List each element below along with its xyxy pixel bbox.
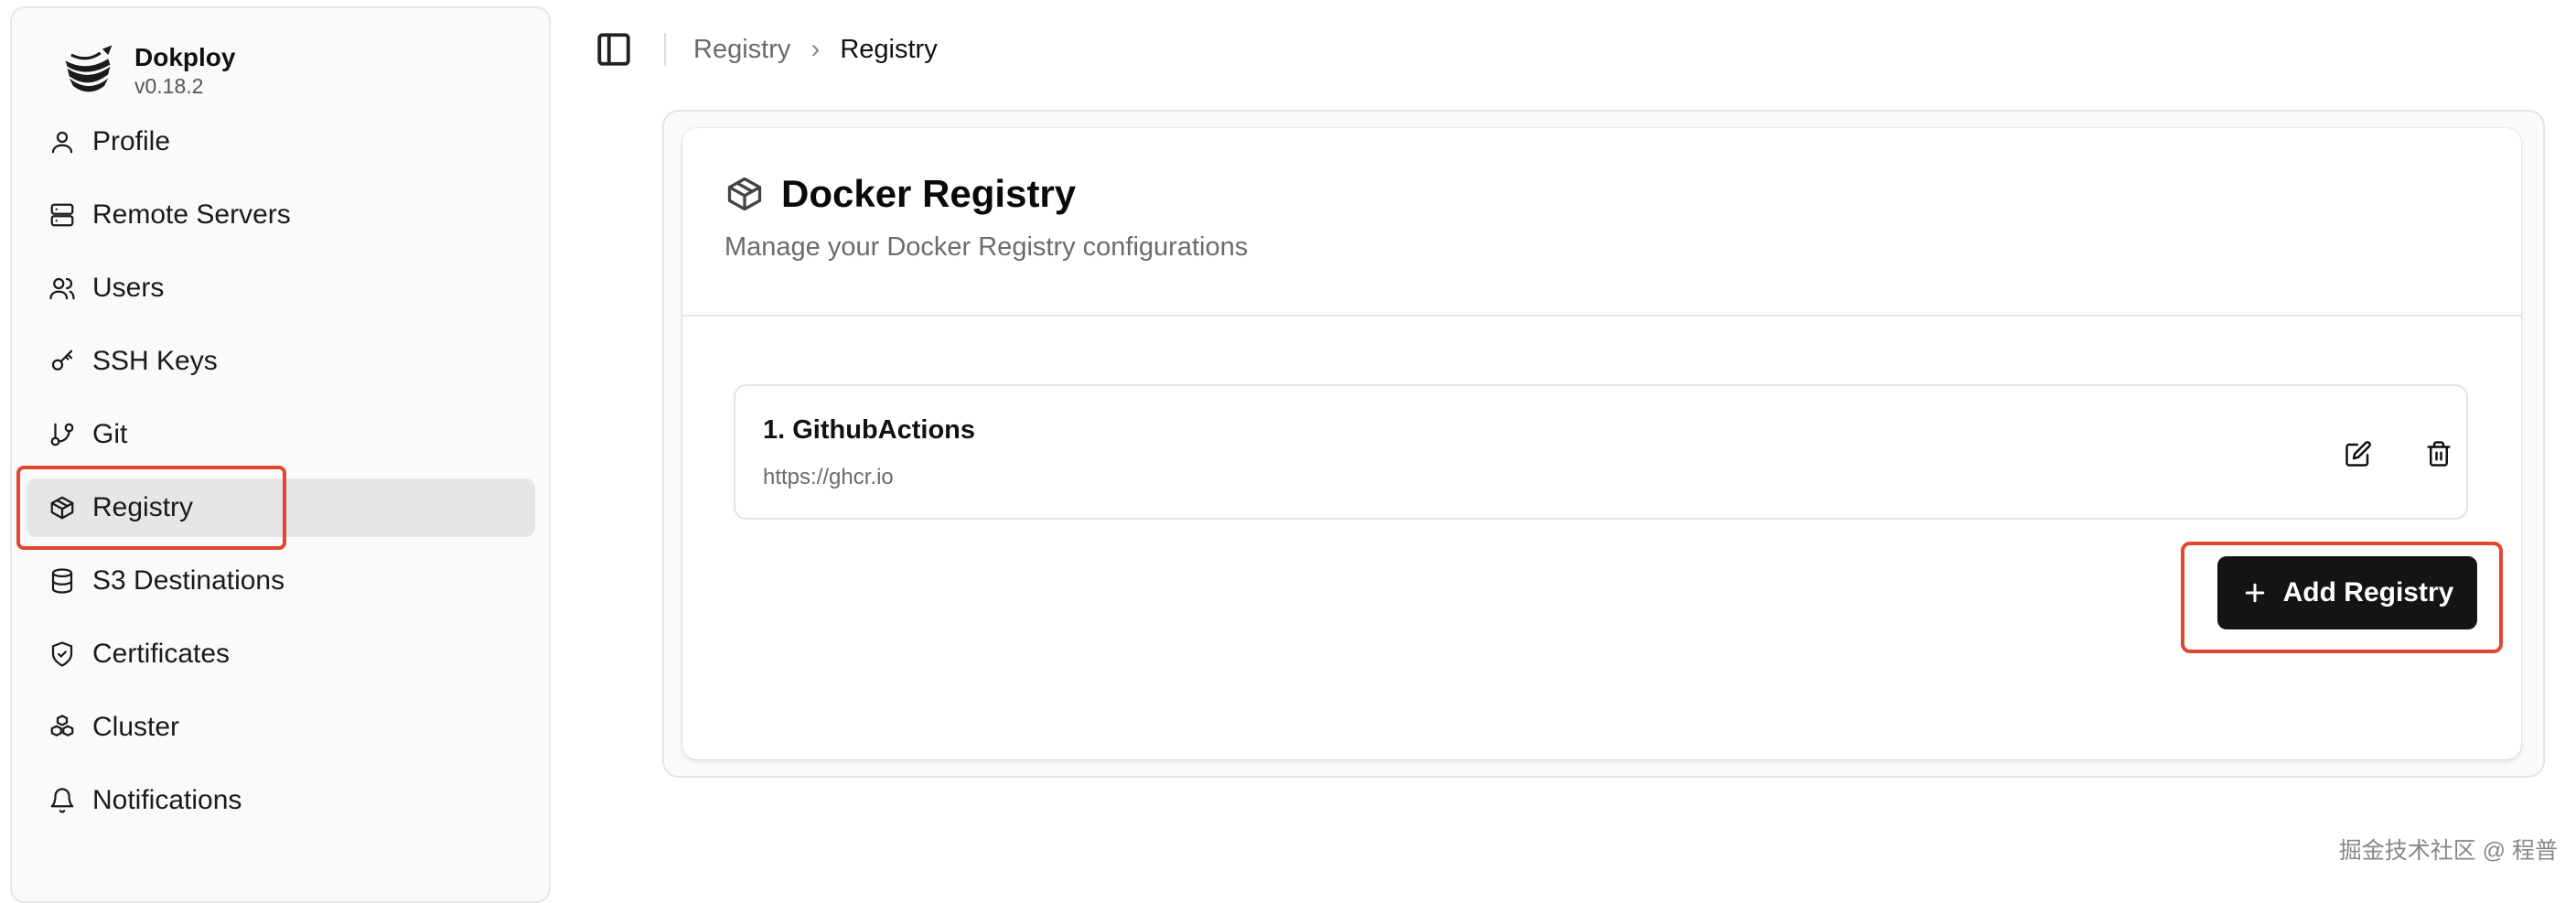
database-icon: [48, 567, 76, 595]
chevron-right-icon: ›: [810, 34, 821, 64]
dokploy-logo-icon: [65, 45, 113, 92]
sidebar-item-label: Cluster: [92, 712, 180, 742]
plus-icon: [2245, 583, 2264, 603]
user-icon: [48, 128, 76, 156]
sidebar-item-label: Certificates: [92, 639, 231, 669]
sidebar-item-label: SSH Keys: [92, 346, 218, 376]
sidebar-item-registry[interactable]: Registry: [27, 478, 535, 537]
sidebar-item-label: S3 Destinations: [92, 565, 285, 596]
users-icon: [48, 274, 76, 302]
brand[interactable]: Dokploy v0.18.2: [58, 39, 235, 102]
registry-name: 1. GithubActions: [763, 415, 975, 445]
topbar-divider: [664, 33, 666, 66]
git-branch-icon: [48, 421, 76, 448]
sidebar: Dokploy v0.18.2 Profile Remote Servers U…: [10, 6, 551, 903]
sidebar-toggle-button[interactable]: [593, 28, 635, 70]
registry-url: https://ghcr.io: [763, 465, 894, 489]
sidebar-item-label: Profile: [92, 126, 171, 156]
card-title: Docker Registry: [781, 172, 1077, 215]
docker-registry-card: Docker Registry Manage your Docker Regis…: [682, 128, 2521, 759]
sidebar-item-profile[interactable]: Profile: [27, 113, 535, 171]
watermark: 掘金技术社区 @ 程普: [2338, 838, 2558, 864]
boxes-icon: [48, 714, 76, 741]
topbar: Registry › Registry: [593, 26, 938, 73]
sidebar-item-git[interactable]: Git: [27, 405, 535, 464]
sidebar-item-label: Users: [92, 273, 165, 303]
edit-icon: [2345, 441, 2371, 467]
sidebar-item-label: Remote Servers: [92, 199, 291, 230]
sidebar-item-ssh-keys[interactable]: SSH Keys: [27, 332, 535, 391]
sidebar-item-label: Registry: [92, 492, 194, 522]
brand-name: Dokploy: [134, 43, 236, 71]
bell-icon: [48, 787, 76, 814]
sidebar-item-remote-servers[interactable]: Remote Servers: [27, 186, 535, 244]
add-registry-label: Add Registry: [2282, 577, 2454, 607]
card-header: Docker Registry Manage your Docker Regis…: [724, 172, 1248, 263]
sidebar-item-label: Notifications: [92, 785, 242, 815]
sidebar-item-label: Git: [92, 419, 128, 449]
key-icon: [48, 348, 76, 375]
package-icon: [727, 177, 762, 211]
breadcrumb-item-parent[interactable]: Registry: [693, 35, 790, 65]
shield-check-icon: [48, 640, 76, 668]
sidebar-item-certificates[interactable]: Certificates: [27, 625, 535, 683]
sidebar-item-users[interactable]: Users: [27, 259, 535, 317]
edit-registry-button[interactable]: [2336, 432, 2380, 476]
add-registry-button[interactable]: Add Registry: [2217, 556, 2477, 629]
sidebar-item-notifications[interactable]: Notifications: [27, 771, 535, 830]
panel-left-icon: [597, 33, 630, 66]
trash-icon: [2427, 441, 2451, 467]
registry-list-item: 1. GithubActions https://ghcr.io: [734, 384, 2468, 520]
breadcrumb: Registry › Registry: [693, 34, 938, 65]
brand-version: v0.18.2: [134, 74, 204, 98]
server-icon: [48, 201, 76, 229]
card-description: Manage your Docker Registry configuratio…: [724, 232, 1249, 262]
delete-registry-button[interactable]: [2417, 432, 2461, 476]
sidebar-item-cluster[interactable]: Cluster: [27, 698, 535, 757]
package-icon: [48, 494, 76, 521]
card-divider: [682, 315, 2521, 317]
sidebar-item-s3-destinations[interactable]: S3 Destinations: [27, 552, 535, 610]
breadcrumb-item-current: Registry: [840, 34, 938, 64]
